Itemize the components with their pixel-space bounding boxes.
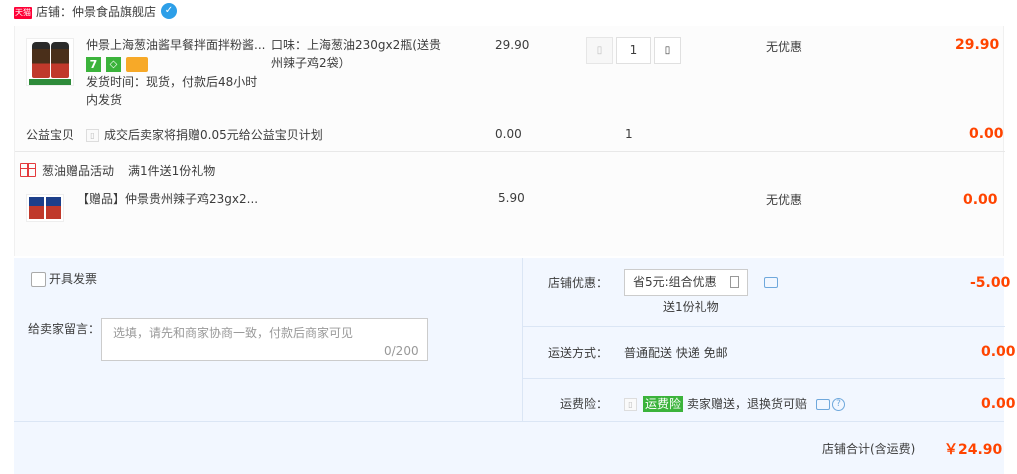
- item-discount: 无优惠: [766, 40, 803, 54]
- gift-subtotal: 0.00: [963, 192, 998, 208]
- wangwang-chat-icon[interactable]: ✓: [161, 3, 177, 19]
- shop-total-label: 店铺合计(含运费): [822, 442, 916, 456]
- charity-label: 公益宝贝: [26, 128, 75, 142]
- jar-image: [51, 42, 69, 78]
- shop-header: 天猫 店铺：仲景食品旗舰店 ✓: [0, 0, 1017, 22]
- shop-discount-amount: -5.00: [970, 275, 1011, 291]
- product-title-link[interactable]: 仲景上海葱油酱早餐拌面拌粉酱...: [86, 36, 271, 54]
- discount-shipping-panel: 店铺优惠： 省5元:组合优惠 送1份礼物 -5.00 运送方式： 普通配送 快递…: [522, 258, 1016, 421]
- thumb-caption: [29, 79, 71, 85]
- row-divider: [15, 151, 1005, 152]
- charity-checkbox[interactable]: ▯: [86, 129, 99, 142]
- gift-unit-price: 5.90: [498, 191, 525, 205]
- gift-promo-title: 葱油赠品活动: [42, 164, 115, 178]
- shipping-value: 普通配送 快递 免邮: [624, 346, 728, 360]
- shop-name-link[interactable]: 店铺：仲景食品旗舰店: [36, 3, 156, 21]
- quantity-decrease-button[interactable]: ▯: [586, 37, 613, 64]
- row-divider: [523, 326, 1005, 327]
- insurance-checkbox[interactable]: ▯: [624, 398, 637, 411]
- gift-discount: 无优惠: [766, 193, 803, 207]
- message-placeholder: 选填，请先和商家协商一致，付款后商家可见: [113, 326, 354, 340]
- chat-icon[interactable]: [764, 277, 778, 288]
- order-items-block: 仲景上海葱油酱早餐拌面拌粉酱... 7 ◇ 发货时间：现货，付款后48小时内发货…: [14, 26, 1005, 256]
- gift-pack-image: [46, 197, 61, 219]
- jar-image: [32, 42, 50, 78]
- shipping-amount: 0.00: [981, 344, 1016, 360]
- gift-pack-image: [29, 197, 44, 219]
- gift-title-link[interactable]: 【赠品】仲景贵州辣子鸡23gx2...: [77, 190, 267, 208]
- invoice-checkbox[interactable]: [31, 272, 46, 287]
- gift-promo-rule: 满1件送1份礼物: [128, 164, 216, 178]
- insurance-label: 运费险：: [560, 397, 609, 411]
- insurance-amount: 0.00: [981, 396, 1016, 412]
- help-icon[interactable]: ?: [832, 398, 845, 411]
- item-subtotal: 29.90: [955, 37, 1000, 53]
- shop-discount-note: 送1份礼物: [663, 300, 719, 314]
- dropdown-caret-icon: [730, 276, 739, 288]
- charity-subtotal: 0.00: [969, 126, 1004, 142]
- shipping-label: 运送方式：: [548, 346, 609, 360]
- charity-price: 0.00: [495, 127, 522, 141]
- order-summary-block: 开具发票 给卖家留言： 选填，请先和商家协商一致，付款后商家可见 0/200 店…: [14, 258, 1016, 474]
- gift-icon: [20, 163, 36, 177]
- shop-discount-label: 店铺优惠：: [548, 276, 609, 290]
- message-label: 给卖家留言：: [28, 322, 101, 336]
- quantity-input[interactable]: 1: [616, 37, 651, 64]
- charity-text: 成交后卖家将捐赠0.05元给公益宝贝计划: [104, 128, 323, 142]
- unit-price: 29.90: [495, 38, 530, 52]
- tmall-badge: 天猫: [14, 7, 32, 19]
- shop-discount-select[interactable]: 省5元:组合优惠: [624, 269, 748, 296]
- credit-card-icon: [126, 57, 148, 72]
- chat-icon[interactable]: [816, 399, 830, 410]
- shield-icon: ◇: [106, 57, 121, 72]
- gift-thumbnail[interactable]: [26, 194, 64, 222]
- insurance-text: 卖家赠送，退换货可赔: [687, 397, 808, 411]
- invoice-label[interactable]: 开具发票: [49, 270, 97, 288]
- seller-message-textarea[interactable]: 选填，请先和商家协商一致，付款后商家可见 0/200: [101, 318, 428, 361]
- product-sku: 口味：上海葱油230gx2瓶(送贵州辣子鸡2袋）: [271, 38, 441, 70]
- shop-total-amount: ￥24.90: [944, 442, 1003, 458]
- row-divider: [523, 378, 1005, 379]
- insurance-tag: 运费险: [643, 396, 684, 412]
- quantity-increase-button[interactable]: ▯: [654, 37, 681, 64]
- message-counter: 0/200: [384, 344, 419, 358]
- seven-day-return-icon: 7: [86, 57, 101, 72]
- shop-discount-selected: 省5元:组合优惠: [633, 275, 717, 289]
- charity-quantity: 1: [625, 127, 633, 141]
- total-divider: [14, 421, 1004, 422]
- product-thumbnail[interactable]: [26, 38, 74, 86]
- delivery-time: 发货时间：现货，付款后48小时内发货: [86, 75, 258, 107]
